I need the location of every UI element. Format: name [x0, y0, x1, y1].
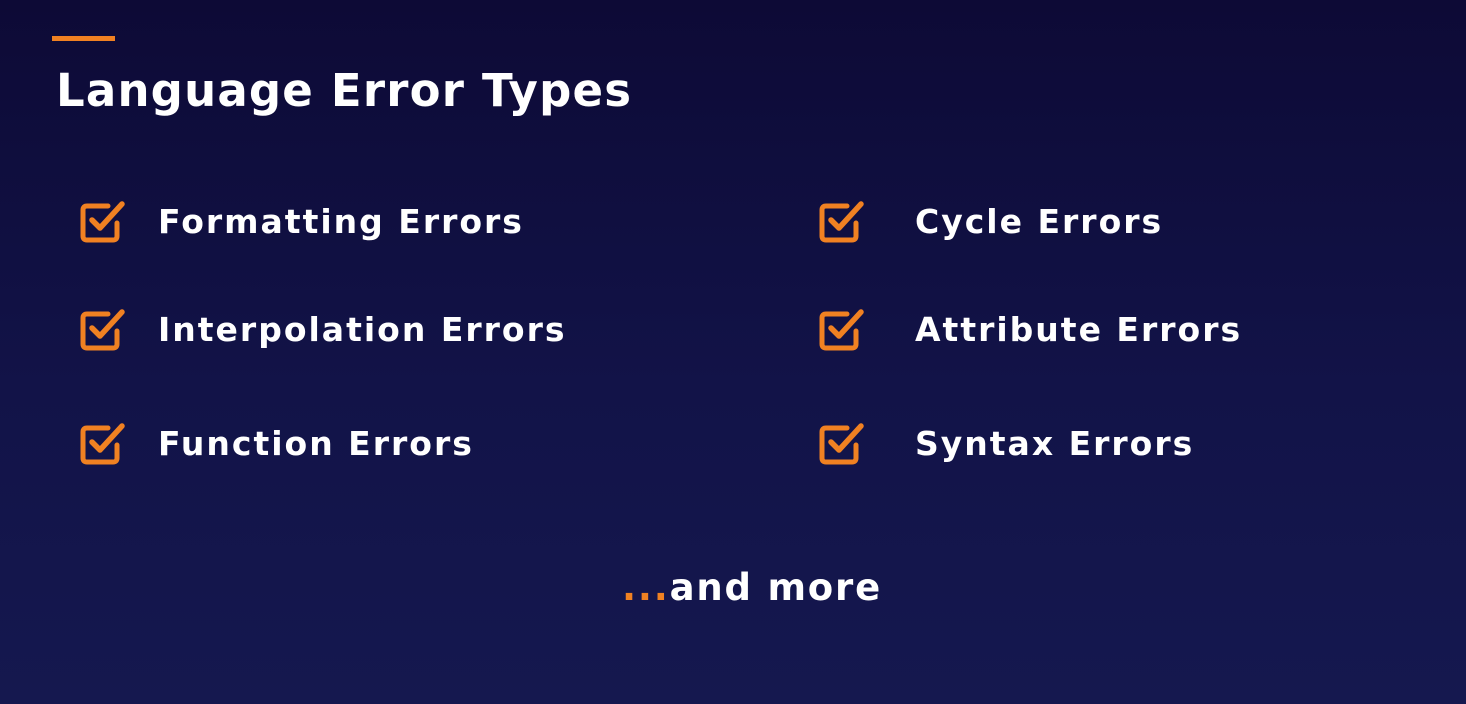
checkbox-checked-icon — [78, 420, 126, 468]
slide-title: Language Error Types — [56, 64, 633, 117]
list-item: Syntax Errors — [817, 418, 1194, 470]
list-item-label: Formatting Errors — [158, 202, 524, 241]
list-item: Attribute Errors — [817, 304, 1242, 356]
list-item-label: Attribute Errors — [915, 310, 1243, 349]
and-more-text: and more — [669, 566, 882, 609]
list-item-label: Cycle Errors — [915, 202, 1164, 241]
checkbox-checked-icon — [817, 306, 865, 354]
list-item: Interpolation Errors — [78, 304, 567, 356]
list-item: Function Errors — [78, 418, 474, 470]
list-item-label: Interpolation Errors — [158, 310, 567, 349]
list-item-label: Function Errors — [158, 424, 474, 463]
checkbox-checked-icon — [817, 420, 865, 468]
list-item-label: Syntax Errors — [915, 424, 1195, 463]
checkbox-checked-icon — [817, 198, 865, 246]
and-more-caption: ...and more — [622, 560, 882, 616]
checkbox-checked-icon — [78, 198, 126, 246]
title-accent-bar — [52, 36, 115, 41]
checkbox-checked-icon — [78, 306, 126, 354]
list-item: Cycle Errors — [817, 196, 1163, 248]
list-item: Formatting Errors — [78, 196, 524, 248]
ellipsis-accent: ... — [622, 566, 670, 609]
slide: Language Error Types Formatting Errors I… — [0, 0, 1466, 704]
